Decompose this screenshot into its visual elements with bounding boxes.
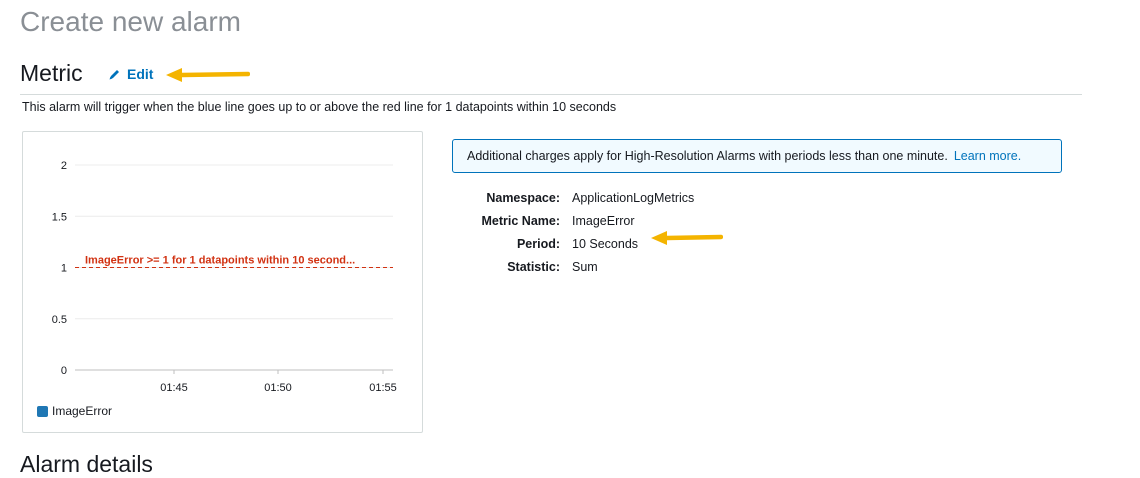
detail-value: 10 Seconds [572,236,639,251]
arrow-left-icon [166,68,250,82]
legend-swatch-icon [37,405,48,417]
metric-chart: 0 0.5 1 1.5 2 01:45 01:50 01:55 ImageError >= 1 … [22,131,423,433]
x-tick-label: 01:55 [369,382,397,394]
page-title: Create new alarm [20,6,241,37]
info-banner: Additional charges apply for High-Resolu… [452,139,1062,173]
edit-metric-link[interactable]: Edit [108,66,153,82]
y-tick-label: 1.5 [52,211,67,223]
x-tick-label: 01:50 [264,382,292,394]
chart-legend: ImageError [37,404,112,418]
threshold-label: ImageError >= 1 for 1 datapoints within … [85,255,355,267]
detail-row-statistic: Statistic: Sum [452,255,694,278]
legend-label[interactable]: ImageError [52,404,112,418]
detail-value: ApplicationLogMetrics [572,190,695,205]
y-tick-label: 0 [61,365,67,377]
arrow-left-icon [651,231,723,245]
x-tick-label: 01:45 [160,382,188,394]
alarm-details-heading: Alarm details [20,451,153,477]
y-tick-label: 1 [61,263,67,275]
learn-more-link[interactable]: Learn more. [954,149,1021,163]
edit-label: Edit [127,66,154,82]
pencil-icon [108,68,121,81]
metric-section-title: Metric [20,60,83,86]
detail-value: Sum [572,259,598,274]
detail-row-namespace: Namespace: ApplicationLogMetrics [452,186,694,209]
detail-key: Period: [516,236,560,251]
y-tick-label: 2 [61,160,67,172]
chart-canvas: 0 0.5 1 1.5 2 01:45 01:50 01:55 ImageError >= 1 … [52,160,397,394]
detail-key: Namespace: [486,190,560,205]
y-tick-label: 0.5 [52,314,67,326]
detail-value: ImageError [572,213,635,228]
info-banner-text: Additional charges apply for High-Resolu… [467,149,948,163]
alarm-description: This alarm will trigger when the blue li… [22,100,617,114]
detail-key: Statistic: [507,259,560,274]
detail-key: Metric Name: [481,213,561,228]
